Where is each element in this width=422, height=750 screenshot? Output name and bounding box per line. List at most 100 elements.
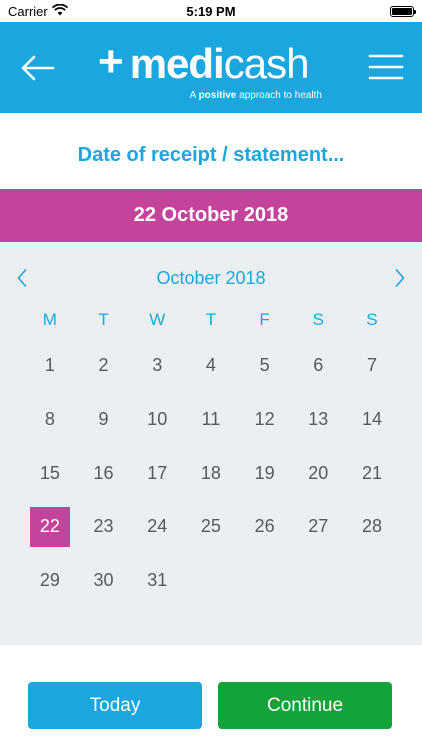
battery-level	[392, 7, 412, 15]
weekday-label: T	[98, 310, 109, 329]
battery-icon	[390, 5, 416, 17]
tagline-bold: positive	[198, 90, 237, 101]
calendar-day[interactable]: 4	[184, 339, 238, 393]
calendar-day-number: 20	[308, 462, 329, 483]
calendar-day[interactable]: 28	[345, 500, 399, 554]
calendar-day[interactable]: 25	[184, 500, 238, 554]
calendar-day-number: 26	[254, 516, 275, 537]
calendar-day[interactable]: 2	[77, 339, 131, 393]
calendar-day-number: 27	[308, 516, 329, 537]
calendar-day-number: 7	[366, 355, 377, 376]
calendar-day-number: 11	[201, 409, 221, 430]
calendar-day-number: 8	[44, 409, 55, 430]
hamburger-menu-icon	[368, 54, 404, 80]
weekday-label: W	[149, 310, 166, 329]
back-button[interactable]	[18, 50, 58, 86]
calendar-day[interactable]: 10	[130, 393, 184, 447]
calendar-day-number: 14	[361, 409, 382, 430]
calendar-day-number: 5	[259, 355, 270, 376]
status-bar: Carrier 5:19 PM	[0, 0, 422, 22]
calendar-day[interactable]: 29	[23, 554, 77, 608]
calendar-day-selected[interactable]: 22	[23, 500, 77, 554]
calendar-day[interactable]: 17	[130, 446, 184, 500]
calendar-day[interactable]: 14	[345, 393, 399, 447]
next-month-button[interactable]	[388, 266, 412, 290]
logo-plus: +	[98, 37, 124, 86]
calendar: October 2018 MTWTFSS 1 2 3 4 5 6 7 8 9 10 11 12 13 14…	[0, 242, 422, 645]
calendar-day-number: 25	[200, 516, 221, 537]
weekday-label: T	[205, 310, 217, 329]
calendar-day[interactable]: 26	[238, 500, 292, 554]
selected-date-label: 22 October 2018	[133, 204, 289, 226]
calendar-day-number: 28	[361, 516, 382, 537]
calendar-day[interactable]: 27	[291, 500, 345, 554]
calendar-day[interactable]: 21	[345, 446, 399, 500]
calendar-day[interactable]: 24	[130, 500, 184, 554]
calendar-day[interactable]: 6	[291, 339, 345, 393]
today-button[interactable]: Today	[28, 682, 202, 729]
logo-wordmark: + medi cash	[98, 38, 326, 90]
wifi-icon	[51, 3, 68, 19]
calendar-day-number: 18	[200, 462, 221, 483]
calendar-day[interactable]: 7	[345, 339, 399, 393]
medicash-logo: + medi cash A positive approach to healt…	[98, 38, 326, 108]
calendar-day-number: 24	[147, 516, 168, 537]
weekday-label: S	[366, 310, 378, 329]
weekday-label: F	[259, 310, 270, 329]
tagline-prefix: A	[189, 90, 196, 101]
today-button-label: Today	[89, 694, 141, 716]
calendar-day[interactable]: 9	[77, 393, 131, 447]
calendar-day[interactable]: 31	[130, 554, 184, 608]
calendar-day[interactable]: 5	[238, 339, 292, 393]
app-header: + medi cash A positive approach to healt…	[0, 22, 422, 113]
calendar-day-number: 22	[29, 506, 70, 547]
weekday-header-row: MTWTFSS	[23, 310, 399, 330]
calendar-day[interactable]: 1	[23, 339, 77, 393]
calendar-day[interactable]: 12	[238, 393, 292, 447]
carrier-label: Carrier	[8, 3, 48, 19]
calendar-day[interactable]: 3	[130, 339, 184, 393]
selected-date-banner: 22 October 2018	[0, 189, 422, 242]
calendar-day-number: 15	[39, 462, 60, 483]
calendar-day[interactable]: 19	[238, 446, 292, 500]
calendar-day-number: 13	[308, 409, 329, 430]
calendar-day[interactable]: 30	[77, 554, 131, 608]
calendar-day-number: 3	[152, 355, 163, 376]
menu-button[interactable]	[368, 52, 404, 82]
calendar-day[interactable]: 13	[291, 393, 345, 447]
calendar-day-number: 12	[254, 409, 275, 430]
calendar-day[interactable]: 16	[77, 446, 131, 500]
calendar-day-number: 30	[93, 570, 114, 591]
page-title: Date of receipt / statement...	[77, 144, 345, 166]
calendar-day-number: 9	[98, 409, 109, 430]
calendar-day-number: 4	[205, 355, 216, 376]
days-grid: 1 2 3 4 5 6 7 8 9 10 11 12 13 14 15 16 17 18 19 20 21 22 23 24 2…	[23, 339, 399, 607]
calendar-day-number: 31	[147, 570, 168, 591]
calendar-day-number: 29	[39, 570, 60, 591]
calendar-month-label: October 2018	[156, 268, 266, 288]
calendar-day[interactable]: 11	[184, 393, 238, 447]
weekday-label: S	[312, 310, 324, 329]
calendar-day[interactable]: 8	[23, 393, 77, 447]
logo-medi: medi	[129, 40, 225, 87]
calendar-day-number: 10	[147, 409, 168, 430]
calendar-day[interactable]: 15	[23, 446, 77, 500]
calendar-nav: October 2018	[0, 266, 422, 290]
logo-tagline: A positive approach to health	[190, 90, 322, 101]
tagline-suffix: approach to health	[239, 90, 322, 101]
continue-button[interactable]: Continue	[218, 682, 392, 729]
calendar-day-number: 1	[44, 355, 55, 376]
calendar-day-number: 16	[93, 462, 114, 483]
status-left: Carrier	[8, 3, 68, 19]
calendar-day[interactable]: 18	[184, 446, 238, 500]
calendar-day[interactable]: 23	[77, 500, 131, 554]
calendar-day-number: 23	[93, 516, 114, 537]
continue-button-label: Continue	[266, 694, 344, 716]
arrow-left-icon	[21, 55, 55, 81]
chevron-right-icon	[395, 269, 405, 287]
logo-cash: cash	[223, 40, 310, 87]
calendar-day[interactable]: 20	[291, 446, 345, 500]
calendar-day-number: 21	[361, 462, 382, 483]
calendar-day-number: 6	[313, 355, 324, 376]
calendar-day-number: 2	[98, 355, 109, 376]
